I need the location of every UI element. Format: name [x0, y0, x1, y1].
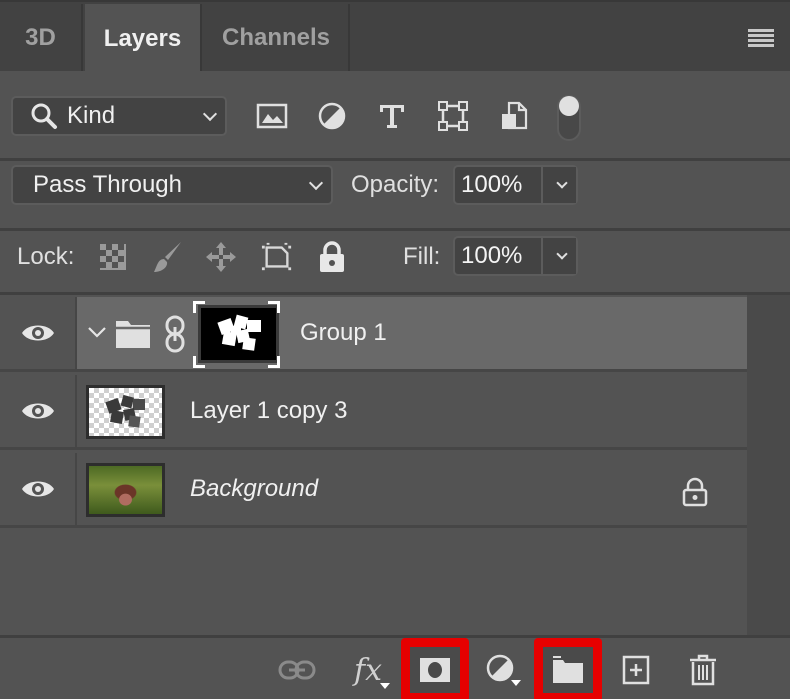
- mask-selected-corner: [193, 356, 205, 368]
- trash-icon: [690, 654, 716, 686]
- layer-mask-thumbnail[interactable]: [198, 305, 279, 363]
- expand-chevron-icon[interactable]: [87, 325, 107, 344]
- opacity-dropdown-button[interactable]: [543, 167, 576, 203]
- image-filter-icon[interactable]: [254, 98, 290, 134]
- layer-thumbnail[interactable]: [86, 463, 165, 517]
- layer-name[interactable]: Group 1: [300, 319, 387, 347]
- chevron-down-icon: [556, 177, 568, 189]
- mask-selected-corner: [268, 301, 280, 313]
- lock-row: Lock: Fill: 100%: [0, 231, 790, 295]
- layer-row-background[interactable]: Background: [0, 453, 747, 528]
- smart-object-filter-icon[interactable]: [496, 98, 532, 134]
- folder-icon: [553, 656, 583, 683]
- mask-selected-corner: [193, 301, 205, 313]
- fill-label: Fill:: [403, 243, 441, 270]
- layers-scrollbar[interactable]: [747, 295, 790, 635]
- layers-footer-toolbar: fx: [0, 635, 790, 699]
- visibility-toggle[interactable]: [0, 453, 77, 525]
- new-adjustment-layer-button[interactable]: [473, 641, 533, 699]
- mask-icon: [420, 658, 450, 682]
- lock-artboard-icon[interactable]: [261, 241, 293, 273]
- layer-name[interactable]: Layer 1 copy 3: [190, 397, 347, 425]
- mask-selected-corner: [268, 356, 280, 368]
- eye-icon: [21, 481, 54, 497]
- layer-name[interactable]: Background: [190, 475, 318, 503]
- lock-position-icon[interactable]: [205, 241, 237, 273]
- blend-mode-value: Pass Through: [33, 171, 182, 198]
- blend-row: Pass Through Opacity: 100%: [0, 161, 790, 231]
- lock-label: Lock:: [17, 243, 75, 270]
- opacity-label: Opacity:: [351, 171, 440, 198]
- fill-dropdown-button[interactable]: [543, 238, 576, 274]
- lock-transparent-pixels-icon[interactable]: [97, 241, 129, 273]
- delete-layer-button[interactable]: [673, 641, 733, 699]
- mask-shapes: [217, 314, 261, 351]
- shape-filter-icon[interactable]: [435, 98, 471, 134]
- lock-all-icon[interactable]: [316, 241, 348, 273]
- tab-3d[interactable]: 3D: [0, 4, 83, 72]
- type-filter-icon[interactable]: [374, 98, 410, 134]
- layer-shapes: [105, 394, 145, 428]
- filter-kind-select[interactable]: Kind: [11, 96, 227, 136]
- link-icon: [278, 660, 316, 680]
- chevron-down-icon: [556, 248, 568, 260]
- chevron-down-icon: [308, 175, 324, 191]
- filter-row: Kind: [0, 71, 790, 161]
- fill-input[interactable]: 100%: [455, 238, 543, 274]
- link-layers-button[interactable]: [267, 641, 327, 699]
- filter-toggle-icon[interactable]: [551, 94, 587, 142]
- layer-body[interactable]: Group 1: [77, 297, 747, 369]
- new-group-button[interactable]: [534, 638, 602, 699]
- layers-list: Group 1 Layer 1 copy 3 Background: [0, 295, 790, 635]
- opacity-input[interactable]: 100%: [455, 167, 543, 203]
- add-layer-style-button[interactable]: fx: [338, 641, 398, 699]
- filter-kind-label: Kind: [67, 102, 116, 129]
- fill-field[interactable]: 100%: [453, 236, 578, 276]
- visibility-toggle[interactable]: [0, 375, 77, 447]
- new-layer-button[interactable]: [606, 641, 666, 699]
- adjustment-icon: [486, 654, 521, 686]
- mask-link-icon[interactable]: [164, 315, 186, 358]
- layer-row-group-1[interactable]: Group 1: [0, 297, 747, 372]
- search-icon: [31, 103, 57, 129]
- new-layer-icon: [622, 655, 650, 685]
- hamburger-menu-icon[interactable]: [748, 29, 774, 47]
- eye-icon: [21, 325, 54, 341]
- chevron-down-icon: [202, 106, 218, 122]
- fx-icon: fx: [353, 652, 391, 689]
- layer-locked-icon: [681, 477, 709, 512]
- visibility-toggle[interactable]: [0, 297, 77, 369]
- fx-label: fx: [353, 652, 383, 688]
- blend-mode-select[interactable]: Pass Through: [11, 165, 333, 205]
- opacity-field[interactable]: 100%: [453, 165, 578, 205]
- tab-channels[interactable]: Channels: [204, 4, 350, 72]
- lock-image-pixels-icon[interactable]: [152, 241, 184, 273]
- folder-icon: [115, 319, 151, 354]
- layer-thumbnail[interactable]: [86, 385, 165, 439]
- layer-body[interactable]: Layer 1 copy 3: [77, 375, 747, 447]
- eye-icon: [21, 403, 54, 419]
- panel-tab-bar: 3D Layers Channels: [0, 0, 790, 74]
- layer-body[interactable]: Background: [77, 453, 747, 525]
- layer-row-layer-1-copy-3[interactable]: Layer 1 copy 3: [0, 375, 747, 450]
- add-layer-mask-button[interactable]: [401, 638, 469, 699]
- adjustment-filter-icon[interactable]: [314, 98, 350, 134]
- tab-layers[interactable]: Layers: [85, 4, 202, 74]
